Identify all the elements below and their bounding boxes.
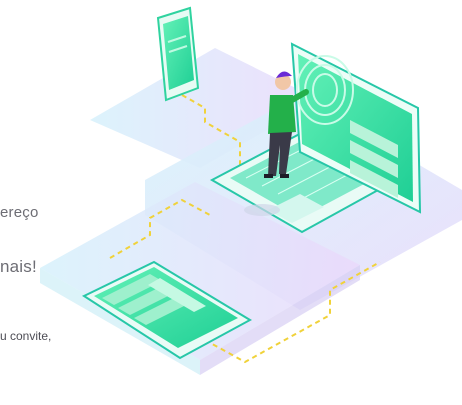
hero-section: ereço nais! u convite,	[0, 0, 462, 405]
isometric-devices-illustration	[40, 6, 462, 375]
phone-device	[156, 6, 200, 102]
